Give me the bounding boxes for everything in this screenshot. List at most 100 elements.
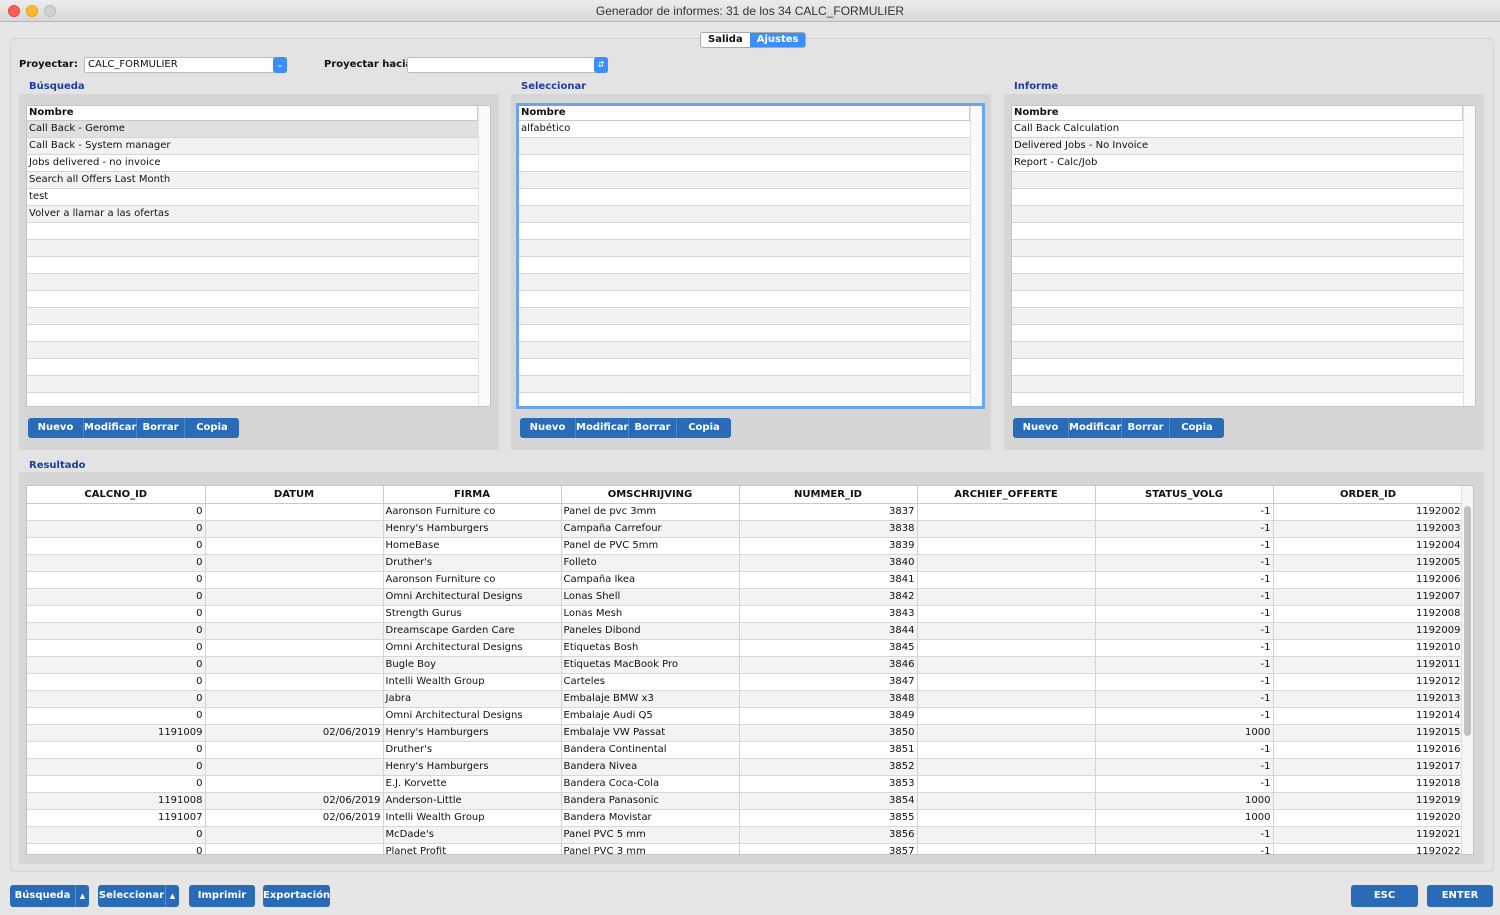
list-item[interactable] (519, 206, 970, 223)
table-row[interactable]: 1191009 02/06/2019 Henry's Hamburgers Embal… (27, 724, 1464, 742)
list-item[interactable] (1012, 206, 1463, 223)
table-row[interactable]: 0 Henry's Hamburgers Campaña Carrefour 3838… (27, 520, 1464, 538)
list-item[interactable] (1012, 393, 1463, 406)
project-select[interactable]: CALC_FORMULIER ⌄ (84, 57, 287, 73)
list-item[interactable]: Report - Calc/Job (1012, 155, 1463, 172)
column-header-order-id[interactable]: ORDER_ID (1273, 486, 1464, 504)
list-item[interactable] (1012, 274, 1463, 291)
seleccionar-menu-button[interactable]: Seleccionar ▲ (98, 885, 179, 907)
table-row[interactable]: 0 Bugle Boy Etiquetas MacBook Pro 3846 -1 119… (27, 656, 1464, 674)
list-item[interactable] (1012, 257, 1463, 274)
list-item[interactable] (27, 223, 478, 240)
informe-copia-button[interactable]: Copia (1170, 418, 1224, 438)
informe-list[interactable]: Nombre Call Back Calculation Delivered Jo… (1011, 105, 1476, 407)
seleccionar-copia-button[interactable]: Copia (677, 418, 731, 438)
table-row[interactable]: 0 Omni Architectural Designs Embalaje Audi… (27, 707, 1464, 725)
table-row[interactable]: 0 Intelli Wealth Group Carteles 3847 -1 11920… (27, 673, 1464, 691)
list-item[interactable] (1012, 240, 1463, 257)
table-scrollbar[interactable] (1461, 486, 1473, 854)
list-item[interactable] (519, 155, 970, 172)
list-item[interactable] (519, 325, 970, 342)
list-item[interactable] (519, 138, 970, 155)
busqueda-nuevo-button[interactable]: Nuevo (28, 418, 84, 438)
column-header-status-volg[interactable]: STATUS_VOLG (1095, 486, 1274, 504)
table-row[interactable]: 0 McDade's Panel PVC 5 mm 3856 -1 1192021 (27, 826, 1464, 844)
list-item[interactable]: Volver a llamar a las ofertas (27, 206, 478, 223)
busqueda-borrar-button[interactable]: Borrar (137, 418, 185, 438)
list-item[interactable] (1012, 223, 1463, 240)
table-row[interactable]: 0 Jabra Embalaje BMW x3 3848 -1 1192013 (27, 690, 1464, 708)
list-item[interactable]: Delivered Jobs - No Invoice (1012, 138, 1463, 155)
list-item[interactable] (519, 172, 970, 189)
chevron-down-icon[interactable]: ⌄ (273, 57, 287, 73)
list-item[interactable] (519, 189, 970, 206)
busqueda-list[interactable]: Nombre Call Back - Gerome Call Back - Sys… (26, 105, 491, 407)
column-header-nummer-id[interactable]: NUMMER_ID (739, 486, 918, 504)
triangle-up-icon[interactable]: ▲ (75, 885, 89, 907)
table-row[interactable]: 0 Strength Gurus Lonas Mesh 3843 -1 1192008 (27, 605, 1464, 623)
scrollbar-thumb[interactable] (1464, 506, 1471, 736)
up-down-arrows-icon[interactable]: ⇵ (594, 57, 608, 73)
list-item[interactable] (519, 274, 970, 291)
list-item[interactable] (519, 376, 970, 393)
table-row[interactable]: 0 E.J. Korvette Bandera Coca-Cola 3853 -1 119… (27, 775, 1464, 793)
list-item[interactable]: Call Back - Gerome (27, 121, 478, 138)
exportacion-button[interactable]: Exportación (263, 885, 330, 907)
seleccionar-list[interactable]: Nombre alfabético (516, 103, 985, 409)
list-item[interactable] (27, 274, 478, 291)
table-row[interactable]: 1191008 02/06/2019 Anderson-Little Bandera … (27, 792, 1464, 810)
table-row[interactable]: 0 Planet Profit Panel PVC 3 mm 3857 -1 119202… (27, 843, 1464, 854)
column-header-archief-offerte[interactable]: ARCHIEF_OFFERTE (917, 486, 1096, 504)
resultado-table[interactable]: CALCNO_ID DATUM FIRMA OMSCHRIJVING NUMMER_ID… (26, 485, 1474, 855)
list-item[interactable] (1012, 359, 1463, 376)
seleccionar-nuevo-button[interactable]: Nuevo (520, 418, 576, 438)
busqueda-copia-button[interactable]: Copia (185, 418, 239, 438)
list-item[interactable] (519, 308, 970, 325)
list-item[interactable] (27, 359, 478, 376)
table-row[interactable]: 0 Omni Architectural Designs Lonas Shell 38… (27, 588, 1464, 606)
table-row[interactable]: 0 Omni Architectural Designs Etiquetas Bos… (27, 639, 1464, 657)
list-item[interactable] (27, 257, 478, 274)
esc-button[interactable]: ESC (1351, 885, 1418, 907)
tab-salida[interactable]: Salida (701, 33, 750, 47)
list-item[interactable] (27, 393, 478, 406)
list-item[interactable] (1012, 172, 1463, 189)
table-row[interactable]: 1191007 02/06/2019 Intelli Wealth Group Ban… (27, 809, 1464, 827)
list-item[interactable]: Search all Offers Last Month (27, 172, 478, 189)
seleccionar-modificar-button[interactable]: Modificar (576, 418, 629, 438)
column-header-datum[interactable]: DATUM (205, 486, 384, 504)
list-item[interactable] (519, 359, 970, 376)
busqueda-modificar-button[interactable]: Modificar (84, 418, 137, 438)
triangle-up-icon[interactable]: ▲ (165, 885, 179, 907)
list-item[interactable] (519, 393, 970, 406)
list-item[interactable] (27, 240, 478, 257)
list-item[interactable] (27, 308, 478, 325)
table-row[interactable]: 0 Aaronson Furniture co Campaña Ikea 3841 -1… (27, 571, 1464, 589)
list-item[interactable] (1012, 308, 1463, 325)
list-header-nombre[interactable]: Nombre (1012, 106, 1463, 121)
list-item[interactable] (1012, 342, 1463, 359)
imprimir-button[interactable]: Imprimir (189, 885, 255, 907)
list-scrollbar[interactable] (1463, 106, 1475, 406)
column-header-calcno-id[interactable]: CALCNO_ID (27, 486, 206, 504)
list-item[interactable] (1012, 291, 1463, 308)
list-header-nombre[interactable]: Nombre (519, 106, 970, 121)
list-item[interactable] (27, 342, 478, 359)
informe-nuevo-button[interactable]: Nuevo (1013, 418, 1069, 438)
list-item[interactable] (519, 240, 970, 257)
column-header-firma[interactable]: FIRMA (383, 486, 562, 504)
list-item[interactable] (519, 257, 970, 274)
list-item[interactable] (27, 291, 478, 308)
list-item[interactable] (27, 325, 478, 342)
seleccionar-borrar-button[interactable]: Borrar (629, 418, 677, 438)
list-item[interactable]: test (27, 189, 478, 206)
column-header-omschrijving[interactable]: OMSCHRIJVING (561, 486, 740, 504)
list-item[interactable] (1012, 376, 1463, 393)
list-item[interactable] (1012, 189, 1463, 206)
table-row[interactable]: 0 HomeBase Panel de PVC 5mm 3839 -1 1192004 (27, 537, 1464, 555)
informe-modificar-button[interactable]: Modificar (1069, 418, 1122, 438)
list-item[interactable]: Call Back - System manager (27, 138, 478, 155)
list-scrollbar[interactable] (970, 106, 982, 406)
table-row[interactable]: 0 Druther's Folleto 3840 -1 1192005 (27, 554, 1464, 572)
list-item[interactable]: alfabético (519, 121, 970, 138)
